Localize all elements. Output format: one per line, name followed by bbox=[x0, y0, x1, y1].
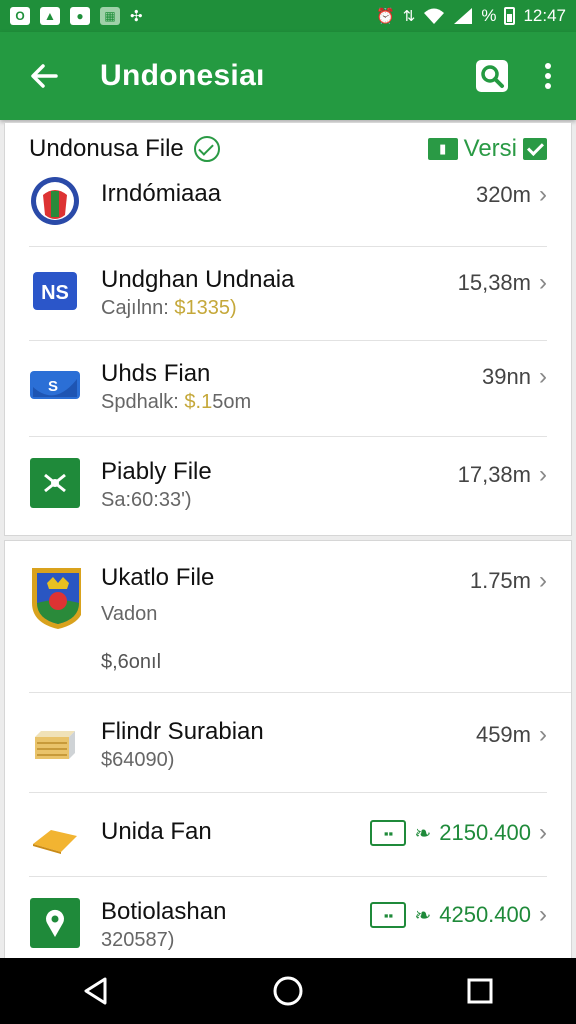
square-recents-icon bbox=[467, 978, 493, 1004]
item-size: 1.75m bbox=[469, 568, 531, 593]
item-title: Botiolashan bbox=[101, 898, 227, 925]
notification-icon-5: ✣ bbox=[130, 8, 143, 25]
data-icon: ⇅ bbox=[402, 8, 416, 25]
list-item[interactable]: S Uhds Fian Spdhalk: $.15om 39nn › bbox=[29, 341, 547, 437]
item-subtitle: 320587) bbox=[101, 929, 175, 951]
notification-icon-1: O bbox=[10, 7, 30, 25]
box-icon bbox=[29, 717, 81, 769]
app-bar: Undonesiaı bbox=[0, 32, 576, 120]
file-card-primary: Undonusa File ▮ Versi Irndómiaaa 320m › … bbox=[4, 122, 572, 536]
green-tile-icon bbox=[29, 457, 81, 509]
nav-back-button[interactable] bbox=[64, 959, 128, 1023]
item-subtitle: Vadon bbox=[101, 603, 158, 625]
item-title: Undghan Undnaia bbox=[101, 266, 295, 293]
card-header: Undonusa File ▮ Versi bbox=[5, 123, 571, 175]
item-title: Piably File bbox=[101, 458, 212, 485]
item-size: 39nn bbox=[482, 364, 531, 389]
shield-emblem-icon bbox=[29, 563, 81, 633]
page-title: Undonesiaı bbox=[100, 59, 265, 92]
circle-home-icon bbox=[273, 976, 303, 1006]
item-size: 15,38m bbox=[457, 270, 531, 295]
version-indicator[interactable]: ▮ Versi bbox=[427, 135, 547, 163]
folder-icon bbox=[29, 815, 81, 867]
system-nav-bar bbox=[0, 958, 576, 1024]
list-item[interactable]: Ukatlo File Vadon $,6onıl 1.75m › bbox=[29, 541, 571, 693]
notification-icons: O ▲ ● ▦ ✣ bbox=[10, 7, 143, 25]
battery-icon bbox=[504, 7, 516, 25]
emblem-icon bbox=[29, 175, 81, 227]
price-tag-icon: ▪▪ bbox=[370, 902, 407, 928]
price-tag-icon: ▪▪ bbox=[370, 820, 407, 846]
version-badge-icon: ▮ bbox=[427, 138, 458, 160]
alarm-icon: ⏰ bbox=[376, 8, 395, 25]
list-item[interactable]: Unida Fan ▪▪ ❧ 2150.400 › bbox=[29, 793, 547, 877]
clock: 12:47 bbox=[523, 6, 566, 25]
list-item[interactable]: Flindr Surabian $64090) 459m › bbox=[29, 693, 547, 793]
check-icon bbox=[523, 138, 547, 160]
chevron-right-icon: › bbox=[539, 363, 547, 390]
ns-logo-icon: NS bbox=[29, 265, 81, 317]
chevron-right-icon: › bbox=[539, 181, 547, 208]
wifi-icon bbox=[424, 8, 445, 24]
nav-home-button[interactable] bbox=[256, 959, 320, 1023]
card-title: Undonusa File bbox=[29, 135, 184, 162]
leaf-icon: ❧ bbox=[414, 904, 432, 927]
item-title: Flindr Surabian bbox=[101, 718, 264, 745]
item-subtitle: Sa:60:33') bbox=[101, 489, 192, 511]
status-bar: O ▲ ● ▦ ✣ ⏰ ⇅ % 12:47 bbox=[0, 0, 576, 32]
chevron-right-icon: › bbox=[539, 461, 547, 488]
chevron-right-icon: › bbox=[539, 819, 547, 846]
search-button[interactable] bbox=[472, 56, 512, 96]
notification-icon-4: ▦ bbox=[100, 7, 120, 25]
item-subtitle: Cajılnn: $1335) bbox=[101, 297, 237, 319]
signal-icon bbox=[454, 8, 473, 24]
item-subtitle: Spdhalk: $.15om bbox=[101, 391, 252, 413]
svg-text:S: S bbox=[48, 378, 58, 395]
list-item[interactable]: Irndómiaaa 320m › bbox=[29, 175, 547, 247]
item-extra: $,6onıl bbox=[101, 651, 162, 673]
chevron-right-icon: › bbox=[539, 269, 547, 296]
verified-icon[interactable] bbox=[193, 136, 220, 162]
list-item[interactable]: NS Undghan Undnaia Cajılnn: $1335) 15,38… bbox=[29, 247, 547, 341]
nav-recents-button[interactable] bbox=[448, 959, 512, 1023]
notification-icon-3: ● bbox=[70, 7, 90, 25]
item-subtitle: $64090) bbox=[101, 749, 175, 771]
list-item[interactable]: Botiolashan 320587) ▪▪ ❧ 4250.400 › bbox=[29, 877, 547, 959]
notification-icon-2: ▲ bbox=[40, 7, 60, 25]
location-pin-icon bbox=[29, 897, 81, 949]
triangle-back-icon bbox=[84, 977, 107, 1005]
chevron-right-icon: › bbox=[539, 567, 547, 594]
card-app-icon: S bbox=[29, 359, 81, 411]
item-title: Uhds Fian bbox=[101, 360, 211, 387]
search-icon bbox=[476, 60, 508, 92]
item-title: Ukatlo File bbox=[101, 564, 215, 591]
item-title: Irndómiaaa bbox=[101, 180, 222, 207]
svg-text:NS: NS bbox=[41, 282, 69, 304]
overflow-menu-button[interactable] bbox=[536, 56, 560, 96]
leaf-icon: ❧ bbox=[414, 822, 432, 845]
item-size: 459m bbox=[475, 722, 531, 747]
battery-percent: % bbox=[481, 6, 497, 25]
item-size: 320m bbox=[475, 182, 531, 207]
chevron-right-icon: › bbox=[539, 901, 547, 928]
back-button[interactable] bbox=[12, 44, 76, 108]
file-card-secondary: Ukatlo File Vadon $,6onıl 1.75m › Flindr… bbox=[4, 540, 572, 958]
item-price: 4250.400 bbox=[439, 902, 531, 927]
list-item[interactable]: Piably File Sa:60:33') 17,38m › bbox=[29, 437, 547, 535]
item-size: 17,38m bbox=[457, 462, 531, 487]
version-label: Versi bbox=[463, 135, 517, 162]
item-price: 2150.400 bbox=[439, 820, 531, 845]
chevron-right-icon: › bbox=[539, 721, 547, 748]
more-vert-icon bbox=[545, 63, 551, 69]
item-title: Unida Fan bbox=[101, 818, 212, 845]
arrow-back-icon bbox=[31, 64, 58, 88]
